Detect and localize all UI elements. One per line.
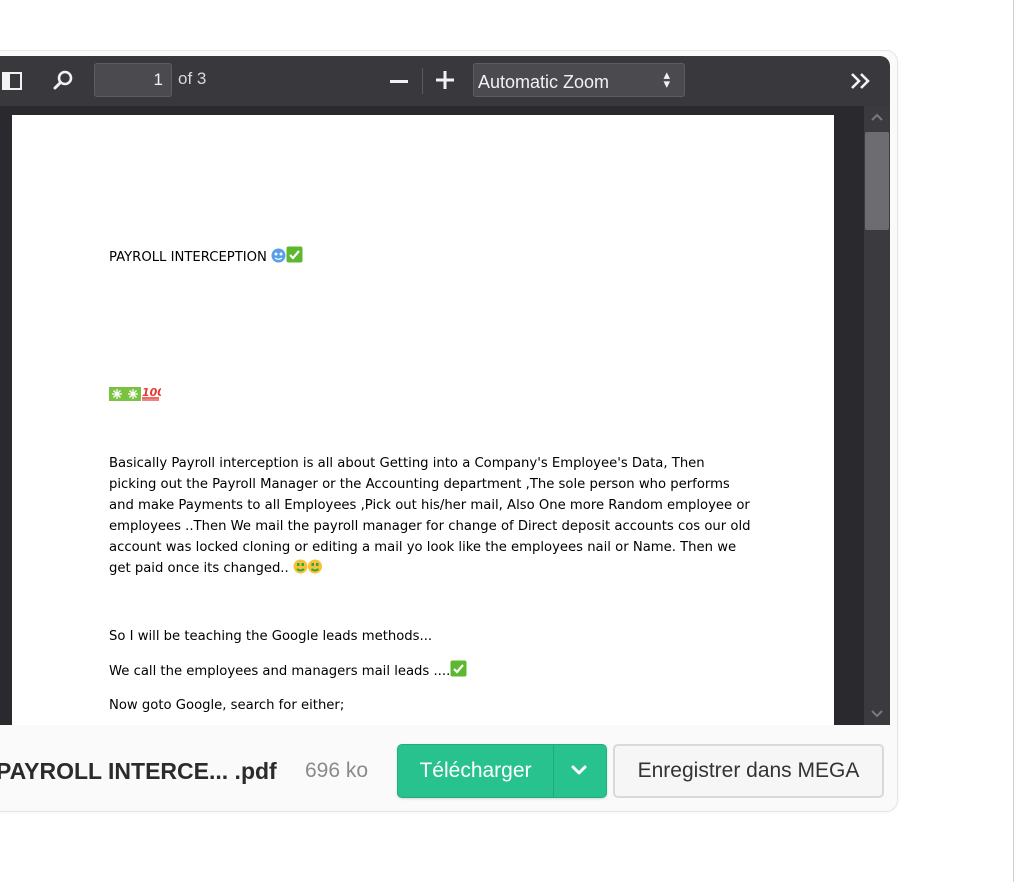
scroll-thumb[interactable] xyxy=(865,132,889,230)
vertical-scrollbar[interactable] xyxy=(864,106,890,725)
file-name: PAYROLL INTERCE... .pdf xyxy=(0,758,277,784)
document-title: PAYROLL INTERCEPTION xyxy=(109,250,267,265)
download-button-group: Télécharger xyxy=(397,744,607,798)
page-count-label: of 3 xyxy=(178,69,207,88)
download-button[interactable]: Télécharger xyxy=(398,745,553,797)
mail-leads-line: We call the employees and managers mail … xyxy=(109,660,467,684)
body-paragraph: Basically Payroll interception is all ab… xyxy=(109,453,751,581)
goto-google-line: Now goto Google, search for either; xyxy=(109,698,345,713)
check-mark-emoji-icon xyxy=(450,660,467,684)
check-mark-emoji-icon xyxy=(286,246,303,270)
pdf-toolbar: 1 of 3 Automatic Zoom ▴ ▾ xyxy=(0,56,890,106)
zoom-select[interactable]: Automatic Zoom ▴ ▾ xyxy=(473,63,685,97)
page-edge-divider xyxy=(1013,0,1014,882)
hundred-emoji-icon: 100 xyxy=(141,385,165,408)
document-title-line: PAYROLL INTERCEPTION xyxy=(109,246,303,270)
paragraph-line-last: get paid once its changed.. xyxy=(109,558,751,581)
paragraph-line-text: get paid once its changed.. xyxy=(109,561,289,576)
file-size: 696 ko xyxy=(305,759,369,782)
paragraph-line: employees ..Then We mail the payroll man… xyxy=(109,519,751,534)
scroll-down-icon[interactable] xyxy=(864,703,890,725)
page-number-input[interactable]: 1 xyxy=(94,63,172,97)
scroll-up-icon[interactable] xyxy=(864,106,890,128)
paragraph-line: and make Payments to all Employees ,Pick… xyxy=(109,498,750,513)
paragraph-line: Basically Payroll interception is all ab… xyxy=(109,456,705,471)
search-icon[interactable] xyxy=(52,70,74,92)
save-to-mega-button[interactable]: Enregistrer dans MEGA xyxy=(613,744,884,798)
pdf-page: PAYROLL INTERCEPTION 100 Basically Payro… xyxy=(12,115,834,725)
money-face-emoji-icon xyxy=(293,559,323,581)
sparkle-emoji-icon xyxy=(109,387,125,408)
money-face-emoji-icon xyxy=(271,248,286,270)
sparkle-emoji-icon xyxy=(125,387,141,408)
zoom-select-value: Automatic Zoom xyxy=(478,72,610,92)
double-chevron-right-icon[interactable] xyxy=(848,69,874,93)
emoji-line: 100 xyxy=(109,385,165,408)
minus-icon[interactable] xyxy=(389,70,409,92)
file-footer: PAYROLL INTERCE... .pdf 696 ko Télécharg… xyxy=(0,725,896,809)
select-arrows-icon: ▴ ▾ xyxy=(663,67,670,91)
sidebar-toggle-icon[interactable] xyxy=(2,72,22,90)
svg-text:100: 100 xyxy=(142,386,161,399)
pdf-viewer-area[interactable]: PAYROLL INTERCEPTION 100 Basically Payro… xyxy=(0,106,864,725)
mail-leads-text: We call the employees and managers mail … xyxy=(109,664,451,679)
google-leads-line: So I will be teaching the Google leads m… xyxy=(109,629,433,644)
page-number-value: 1 xyxy=(153,70,163,89)
zoom-divider xyxy=(422,68,423,94)
paragraph-line: picking out the Payroll Manager or the A… xyxy=(109,477,730,492)
plus-icon[interactable] xyxy=(434,69,456,91)
paragraph-line: account was locked cloning or editing a … xyxy=(109,540,737,555)
chevron-down-icon[interactable] xyxy=(554,745,606,797)
